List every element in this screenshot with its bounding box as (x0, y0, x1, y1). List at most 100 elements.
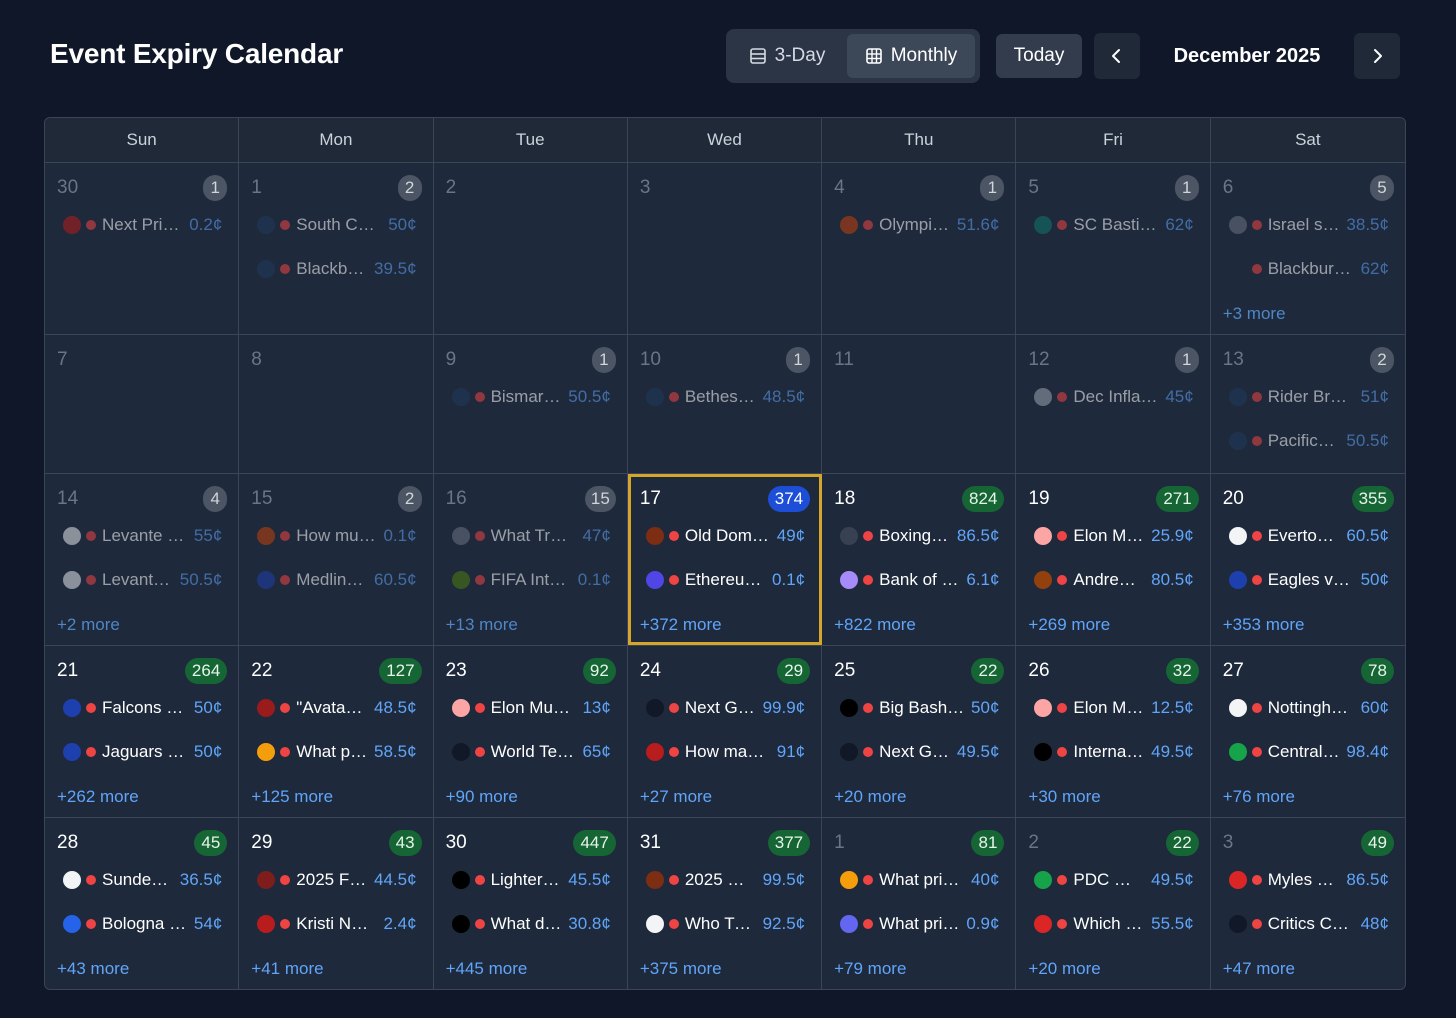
more-events-link[interactable]: +47 more (1223, 959, 1295, 979)
event-item[interactable]: Elon M… 25.9¢ (1028, 522, 1194, 550)
day-cell[interactable]: 4 1 Olympi… 51.6¢ (822, 163, 1017, 334)
event-item[interactable]: Bismar… 50.5¢ (446, 383, 611, 411)
more-events-link[interactable]: +269 more (1028, 615, 1110, 635)
event-item[interactable]: Sunder… 36.5¢ (57, 866, 222, 894)
event-item[interactable]: Lighter… 45.5¢ (446, 866, 611, 894)
event-item[interactable]: Blackburn … 62¢ (1223, 255, 1389, 283)
day-cell[interactable]: 22 127 "Avatar… 48.5¢ What p… 58.5¢ +125 more (239, 646, 434, 817)
event-item[interactable]: South C… 50¢ (251, 211, 417, 239)
event-item[interactable]: What p… 58.5¢ (251, 738, 417, 766)
day-cell[interactable]: 19 271 Elon M… 25.9¢ Andre… 80.5¢ +269 more (1016, 474, 1211, 645)
day-cell[interactable]: 12 1 Dec Infla… 45¢ (1016, 335, 1211, 473)
more-events-link[interactable]: +30 more (1028, 787, 1100, 807)
event-item[interactable]: Falcons … 50¢ (57, 694, 222, 722)
more-events-link[interactable]: +79 more (834, 959, 906, 979)
event-item[interactable]: What pri… 0.9¢ (834, 910, 999, 938)
day-cell[interactable]: 1 81 What pri… 40¢ What pri… 0.9¢ +79 more (822, 818, 1017, 989)
event-item[interactable]: Dec Infla… 45¢ (1028, 383, 1194, 411)
more-events-link[interactable]: +262 more (57, 787, 139, 807)
more-events-link[interactable]: +27 more (640, 787, 712, 807)
day-cell[interactable]: 20 355 Everto… 60.5¢ Eagles v… 50¢ +353 more (1210, 474, 1405, 645)
more-events-link[interactable]: +20 more (834, 787, 906, 807)
day-cell[interactable]: 15 2 How mu… 0.1¢ Medlin… 60.5¢ (239, 474, 434, 645)
event-item[interactable]: Bologna … 54¢ (57, 910, 222, 938)
event-item[interactable]: What Tru… 47¢ (446, 522, 611, 550)
event-item[interactable]: Myles … 86.5¢ (1223, 866, 1389, 894)
day-cell[interactable]: 2 (433, 163, 628, 334)
event-item[interactable]: Levant… 50.5¢ (57, 566, 222, 594)
day-cell[interactable]: 2 22 PDC W… 49.5¢ Which … 55.5¢ +20 more (1016, 818, 1211, 989)
today-button[interactable]: Today (996, 34, 1082, 78)
event-item[interactable]: Elon Mus… 13¢ (446, 694, 611, 722)
day-cell[interactable]: 5 1 SC Basti… 62¢ (1016, 163, 1211, 334)
event-item[interactable]: Central… 98.4¢ (1223, 738, 1389, 766)
day-cell[interactable]: 30 447 Lighter… 45.5¢ What d… 30.8¢ +445 more (433, 818, 628, 989)
day-cell[interactable]: 23 92 Elon Mus… 13¢ World Te… 65¢ +90 more (433, 646, 628, 817)
event-item[interactable]: 2025 F… 44.5¢ (251, 866, 417, 894)
more-events-link[interactable]: +90 more (446, 787, 518, 807)
event-item[interactable]: Israel s… 38.5¢ (1223, 211, 1389, 239)
day-cell[interactable]: 25 22 Big Bash… 50¢ Next G… 49.5¢ +20 more (822, 646, 1017, 817)
day-cell[interactable]: 1 2 South C… 50¢ Blackb… 39.5¢ (239, 163, 434, 334)
event-item[interactable]: 2025 … 99.5¢ (640, 866, 805, 894)
event-item[interactable]: Ethereu… 0.1¢ (640, 566, 805, 594)
event-item[interactable]: Pacific… 50.5¢ (1223, 427, 1389, 455)
more-events-link[interactable]: +822 more (834, 615, 916, 635)
event-item[interactable]: Nottingh… 60¢ (1223, 694, 1389, 722)
day-cell[interactable]: 6 5 Israel s… 38.5¢ Blackburn … 62¢ +3 more (1210, 163, 1405, 334)
more-events-link[interactable]: +20 more (1028, 959, 1100, 979)
event-item[interactable]: What pri… 40¢ (834, 866, 999, 894)
event-item[interactable]: Everto… 60.5¢ (1223, 522, 1389, 550)
event-item[interactable]: What d… 30.8¢ (446, 910, 611, 938)
event-item[interactable]: Jaguars … 50¢ (57, 738, 222, 766)
day-cell[interactable]: 21 264 Falcons … 50¢ Jaguars … 50¢ +262 more (45, 646, 240, 817)
day-cell[interactable]: 31 377 2025 … 99.5¢ Who Tr… 92.5¢ +375 more (627, 818, 823, 989)
event-item[interactable]: Next G… 99.9¢ (640, 694, 805, 722)
more-events-link[interactable]: +3 more (1223, 304, 1286, 324)
more-events-link[interactable]: +375 more (640, 959, 722, 979)
next-month-button[interactable] (1354, 33, 1400, 79)
event-item[interactable]: Elon M… 12.5¢ (1028, 694, 1194, 722)
event-item[interactable]: PDC W… 49.5¢ (1028, 866, 1194, 894)
event-item[interactable]: How mu… 0.1¢ (251, 522, 417, 550)
event-item[interactable]: Olympi… 51.6¢ (834, 211, 999, 239)
day-cell[interactable]: 26 32 Elon M… 12.5¢ Interna… 49.5¢ +30 more (1016, 646, 1211, 817)
event-item[interactable]: Kristi No… 2.4¢ (251, 910, 417, 938)
event-item[interactable]: Next G… 49.5¢ (834, 738, 999, 766)
day-cell[interactable]: 16 15 What Tru… 47¢ FIFA Inte… 0.1¢ +13 more (433, 474, 628, 645)
event-item[interactable]: Which … 55.5¢ (1028, 910, 1194, 938)
day-cell[interactable]: 9 1 Bismar… 50.5¢ (433, 335, 628, 473)
day-cell[interactable]: 14 4 Levante … 55¢ Levant… 50.5¢ +2 more (45, 474, 240, 645)
day-cell[interactable]: 11 (822, 335, 1017, 473)
event-item[interactable]: Blackb… 39.5¢ (251, 255, 417, 283)
day-cell[interactable]: 27 78 Nottingh… 60¢ Central… 98.4¢ +76 more (1210, 646, 1405, 817)
day-cell[interactable]: 3 49 Myles … 86.5¢ Critics C… 48¢ +47 more (1210, 818, 1405, 989)
event-item[interactable]: Who Tr… 92.5¢ (640, 910, 805, 938)
more-events-link[interactable]: +41 more (251, 959, 323, 979)
more-events-link[interactable]: +445 more (446, 959, 528, 979)
event-item[interactable]: Old Domi… 49¢ (640, 522, 805, 550)
day-cell[interactable]: 10 1 Bethes… 48.5¢ (627, 335, 823, 473)
three-day-view-button[interactable]: 3-Day (731, 34, 843, 78)
more-events-link[interactable]: +372 more (640, 615, 722, 635)
more-events-link[interactable]: +43 more (57, 959, 129, 979)
day-cell[interactable]: 24 29 Next G… 99.9¢ How man… 91¢ +27 more (627, 646, 823, 817)
day-cell-today[interactable]: 17 374 Old Domi… 49¢ Ethereu… 0.1¢ +372 more (627, 474, 823, 645)
event-item[interactable]: Big Bash… 50¢ (834, 694, 999, 722)
more-events-link[interactable]: +353 more (1223, 615, 1305, 635)
day-cell[interactable]: 29 43 2025 F… 44.5¢ Kristi No… 2.4¢ +41 more (239, 818, 434, 989)
event-item[interactable]: "Avatar… 48.5¢ (251, 694, 417, 722)
event-item[interactable]: Boxing… 86.5¢ (834, 522, 999, 550)
event-item[interactable]: Interna… 49.5¢ (1028, 738, 1194, 766)
event-item[interactable]: Bethes… 48.5¢ (640, 383, 805, 411)
event-item[interactable]: Andre… 80.5¢ (1028, 566, 1194, 594)
event-item[interactable]: Critics C… 48¢ (1223, 910, 1389, 938)
event-item[interactable]: Levante … 55¢ (57, 522, 222, 550)
day-cell[interactable]: 3 (627, 163, 823, 334)
previous-month-button[interactable] (1094, 33, 1140, 79)
more-events-link[interactable]: +13 more (446, 615, 518, 635)
day-cell[interactable]: 8 (239, 335, 434, 473)
monthly-view-button[interactable]: Monthly (847, 34, 975, 78)
event-item[interactable]: How man… 91¢ (640, 738, 805, 766)
event-item[interactable]: SC Basti… 62¢ (1028, 211, 1194, 239)
